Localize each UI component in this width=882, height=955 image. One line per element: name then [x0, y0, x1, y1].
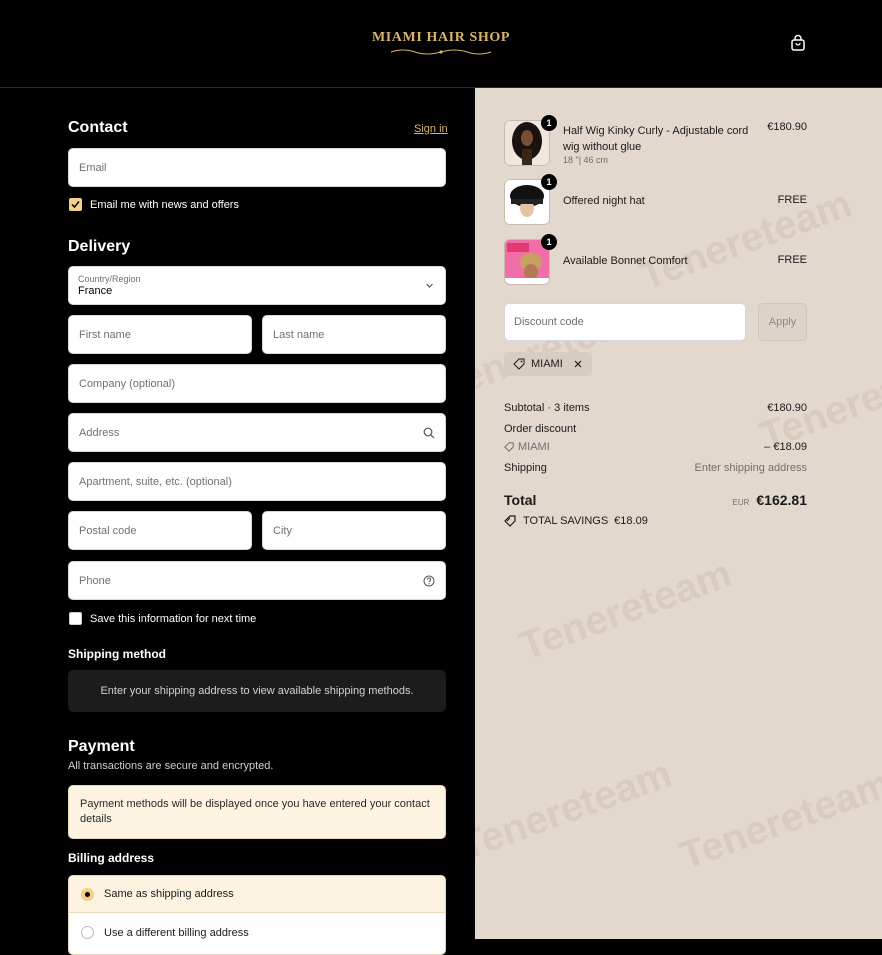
- last-name-placeholder: Last name: [273, 328, 325, 341]
- country-value: France: [78, 285, 113, 297]
- applied-discount-code: MIAMI: [531, 358, 563, 370]
- total-amount: EUR €162.81: [733, 492, 808, 508]
- email-field[interactable]: Email: [68, 148, 446, 187]
- watermark: Tenereteam: [475, 751, 678, 869]
- shipping-row: Shipping Enter shipping address: [504, 462, 807, 474]
- item-price: €180.90: [767, 121, 807, 133]
- help-icon[interactable]: [423, 575, 435, 587]
- phone-placeholder: Phone: [79, 574, 111, 587]
- cart-item: 1 Offered night hat FREE: [504, 174, 807, 229]
- watermark: Tenereteam: [673, 761, 882, 879]
- tag-icon: [504, 515, 516, 527]
- logo-flourish: [390, 49, 492, 55]
- total-savings-label: TOTAL SAVINGS: [523, 515, 609, 527]
- cart-item: 1 Half Wig Kinky Curly - Adjustable cord…: [504, 115, 807, 170]
- newsletter-checkbox-row[interactable]: Email me with news and offers: [69, 198, 239, 211]
- discount-code-row: MIAMI – €18.09: [504, 441, 807, 453]
- total-value: €162.81: [756, 492, 807, 508]
- remove-discount-icon[interactable]: [573, 359, 583, 369]
- company-placeholder: Company (optional): [79, 377, 175, 390]
- discount-code-info: MIAMI: [504, 441, 550, 453]
- total-row: Total EUR €162.81: [504, 492, 807, 508]
- logo-text: MIAMI HAIR SHOP: [371, 30, 511, 45]
- first-name-field[interactable]: First name: [68, 315, 252, 354]
- discount-code-name: MIAMI: [518, 441, 550, 453]
- shipping-label: Shipping: [504, 462, 547, 474]
- address-placeholder: Address: [79, 426, 120, 439]
- apartment-field[interactable]: Apartment, suite, etc. (optional): [68, 462, 446, 501]
- delivery-heading: Delivery: [68, 238, 131, 255]
- contact-heading: Contact: [68, 119, 128, 136]
- discount-value: – €18.09: [764, 441, 807, 453]
- email-placeholder: Email: [79, 161, 107, 174]
- total-label: Total: [504, 492, 537, 508]
- header: MIAMI HAIR SHOP: [0, 0, 882, 88]
- first-name-placeholder: First name: [79, 328, 131, 341]
- company-field[interactable]: Company (optional): [68, 364, 446, 403]
- postal-code-field[interactable]: Postal code: [68, 511, 252, 550]
- last-name-field[interactable]: Last name: [262, 315, 446, 354]
- tag-icon: [513, 358, 525, 370]
- payment-heading: Payment: [68, 738, 135, 755]
- item-price: FREE: [777, 194, 807, 206]
- postal-code-placeholder: Postal code: [79, 524, 137, 537]
- discount-code-input[interactable]: Discount code: [504, 303, 746, 341]
- total-savings-value: €18.09: [614, 515, 648, 527]
- cart-item: 1 Available Bonnet Comfort FREE: [504, 234, 807, 289]
- quantity-badge: 1: [541, 115, 557, 131]
- save-info-checkbox-row[interactable]: Save this information for next time: [69, 612, 256, 625]
- subtotal-label: Subtotal · 3 items: [504, 402, 590, 414]
- apply-button[interactable]: Apply: [758, 303, 807, 341]
- billing-option-same-label: Same as shipping address: [104, 888, 234, 900]
- item-variant: 18 "| 46 cm: [563, 155, 609, 165]
- order-discount-row: Order discount: [504, 423, 807, 435]
- save-info-checkbox[interactable]: [69, 612, 82, 625]
- city-field[interactable]: City: [262, 511, 446, 550]
- checkmark-icon: [71, 201, 80, 209]
- country-label: Country/Region: [78, 274, 141, 284]
- shipping-value: Enter shipping address: [694, 462, 807, 474]
- item-name: Half Wig Kinky Curly - Adjustable cord w…: [563, 125, 749, 153]
- order-discount-label: Order discount: [504, 423, 577, 435]
- save-info-label: Save this information for next time: [90, 612, 257, 625]
- billing-option-same[interactable]: Same as shipping address: [69, 876, 445, 913]
- shipping-method-heading: Shipping method: [68, 647, 166, 661]
- subtotal-value: €180.90: [767, 402, 807, 414]
- payment-message: Payment methods will be displayed once y…: [68, 785, 446, 839]
- apartment-placeholder: Apartment, suite, etc. (optional): [79, 475, 232, 488]
- item-name: Offered night hat: [563, 195, 645, 207]
- newsletter-label: Email me with news and offers: [90, 198, 239, 211]
- item-name: Available Bonnet Comfort: [563, 255, 688, 267]
- city-placeholder: City: [273, 524, 292, 537]
- billing-radio-different[interactable]: [81, 926, 94, 939]
- billing-options: Same as shipping address Use a different…: [68, 875, 446, 955]
- quantity-badge: 1: [541, 174, 557, 190]
- shopping-bag-icon[interactable]: [789, 34, 807, 52]
- phone-field[interactable]: Phone: [68, 561, 446, 600]
- sign-in-link[interactable]: Sign in: [414, 123, 448, 135]
- subtotal-row: Subtotal · 3 items €180.90: [504, 402, 807, 414]
- watermark: Tenereteam: [513, 551, 738, 669]
- currency-code: EUR: [732, 498, 750, 507]
- billing-option-different-label: Use a different billing address: [104, 926, 249, 939]
- checkout-form: Contact Sign in Email Email me with news…: [0, 88, 475, 955]
- billing-address-heading: Billing address: [68, 851, 155, 865]
- payment-subtext: All transactions are secure and encrypte…: [68, 760, 274, 772]
- search-icon[interactable]: [423, 427, 435, 439]
- total-savings-row: TOTAL SAVINGS €18.09: [504, 515, 807, 527]
- shipping-methods-message: Enter your shipping address to view avai…: [68, 670, 446, 712]
- quantity-badge: 1: [541, 234, 557, 250]
- applied-discount-chip: MIAMI: [504, 352, 592, 376]
- country-select[interactable]: Country/Region France: [68, 266, 446, 305]
- logo[interactable]: MIAMI HAIR SHOP: [0, 28, 882, 56]
- billing-radio-same[interactable]: [81, 887, 94, 901]
- tag-icon: [504, 442, 514, 452]
- order-summary: Tenereteam Tenereteam Tenereteam Teneret…: [475, 88, 882, 939]
- discount-code-placeholder: Discount code: [514, 316, 584, 328]
- billing-option-different[interactable]: Use a different billing address: [69, 914, 445, 951]
- newsletter-checkbox[interactable]: [69, 198, 82, 211]
- item-price: FREE: [777, 254, 807, 266]
- chevron-down-icon: [426, 283, 433, 288]
- address-field[interactable]: Address: [68, 413, 446, 452]
